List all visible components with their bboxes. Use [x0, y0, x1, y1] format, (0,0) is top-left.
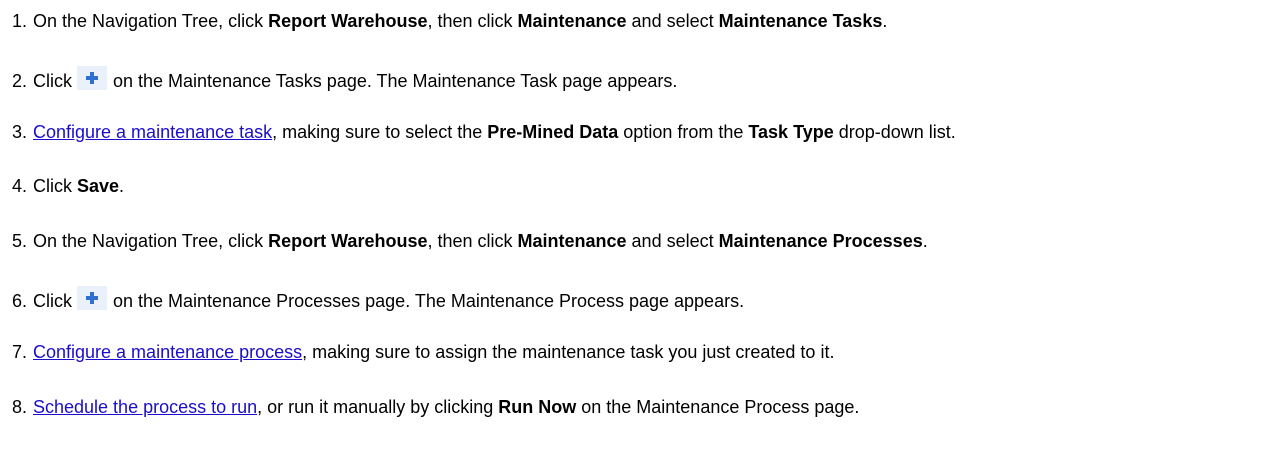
step-text: Click — [33, 291, 72, 311]
step-text: Click — [33, 176, 77, 196]
add-plus-icon — [77, 286, 107, 310]
step-3: 3. Configure a maintenance task, making s… — [12, 121, 956, 145]
step-text: , making sure to select the — [272, 122, 488, 142]
ui-term-maintenance: Maintenance — [517, 11, 627, 31]
step-2: 2. Click on the Maintenance Tasks page. Th… — [12, 66, 678, 91]
step-text: On the Navigation Tree, click — [33, 231, 269, 251]
step-number: 4. — [12, 176, 28, 196]
configure-maintenance-process-link[interactable]: Configure a maintenance process — [33, 342, 302, 362]
step-text: on the Maintenance Processes page. The M… — [113, 291, 745, 311]
ui-term-maintenance-processes: Maintenance Processes — [718, 231, 923, 251]
step-text: . — [922, 231, 928, 251]
step-text: , making sure to assign the maintenance … — [302, 342, 835, 362]
step-text: , then click — [427, 11, 518, 31]
step-text: On the Navigation Tree, click — [33, 11, 269, 31]
step-text: Click — [33, 71, 72, 91]
step-5: 5. On the Navigation Tree, click Report W… — [12, 230, 928, 254]
ui-term-pre-mined-data: Pre-Mined Data — [487, 122, 619, 142]
ui-term-task-type: Task Type — [748, 122, 834, 142]
add-plus-icon — [77, 66, 107, 90]
step-8: 8. Schedule the process to run, or run it… — [12, 396, 859, 420]
ui-term-save: Save — [77, 176, 120, 196]
step-text: , then click — [427, 231, 518, 251]
step-text: . — [119, 176, 125, 196]
step-number: 6. — [12, 291, 28, 311]
step-4: 4. Click Save. — [12, 175, 124, 199]
step-7: 7. Configure a maintenance process, makin… — [12, 341, 834, 365]
step-text: and select — [626, 231, 719, 251]
ui-term-report-warehouse: Report Warehouse — [268, 231, 428, 251]
step-1: 1. On the Navigation Tree, click Report W… — [12, 10, 887, 34]
ui-term-maintenance-tasks: Maintenance Tasks — [718, 11, 883, 31]
ui-term-report-warehouse: Report Warehouse — [268, 11, 428, 31]
step-number: 3. — [12, 122, 28, 142]
configure-maintenance-task-link[interactable]: Configure a maintenance task — [33, 122, 272, 142]
step-text: , or run it manually by clicking — [257, 397, 499, 417]
step-number: 7. — [12, 342, 28, 362]
step-number: 8. — [12, 397, 28, 417]
step-text: and select — [626, 11, 719, 31]
step-number: 5. — [12, 231, 28, 251]
schedule-process-link[interactable]: Schedule the process to run — [33, 397, 257, 417]
step-text: option from the — [618, 122, 749, 142]
step-text: drop-down list. — [833, 122, 956, 142]
step-text: on the Maintenance Process page. — [576, 397, 860, 417]
step-6: 6. Click on the Maintenance Processes page… — [12, 286, 745, 311]
procedure-steps: 1. On the Navigation Tree, click Report W… — [0, 0, 1287, 458]
step-text: . — [882, 11, 888, 31]
step-number: 2. — [12, 71, 28, 91]
step-number: 1. — [12, 11, 28, 31]
step-text: on the Maintenance Tasks page. The Maint… — [113, 71, 678, 91]
ui-term-maintenance: Maintenance — [517, 231, 627, 251]
ui-term-run-now: Run Now — [498, 397, 577, 417]
